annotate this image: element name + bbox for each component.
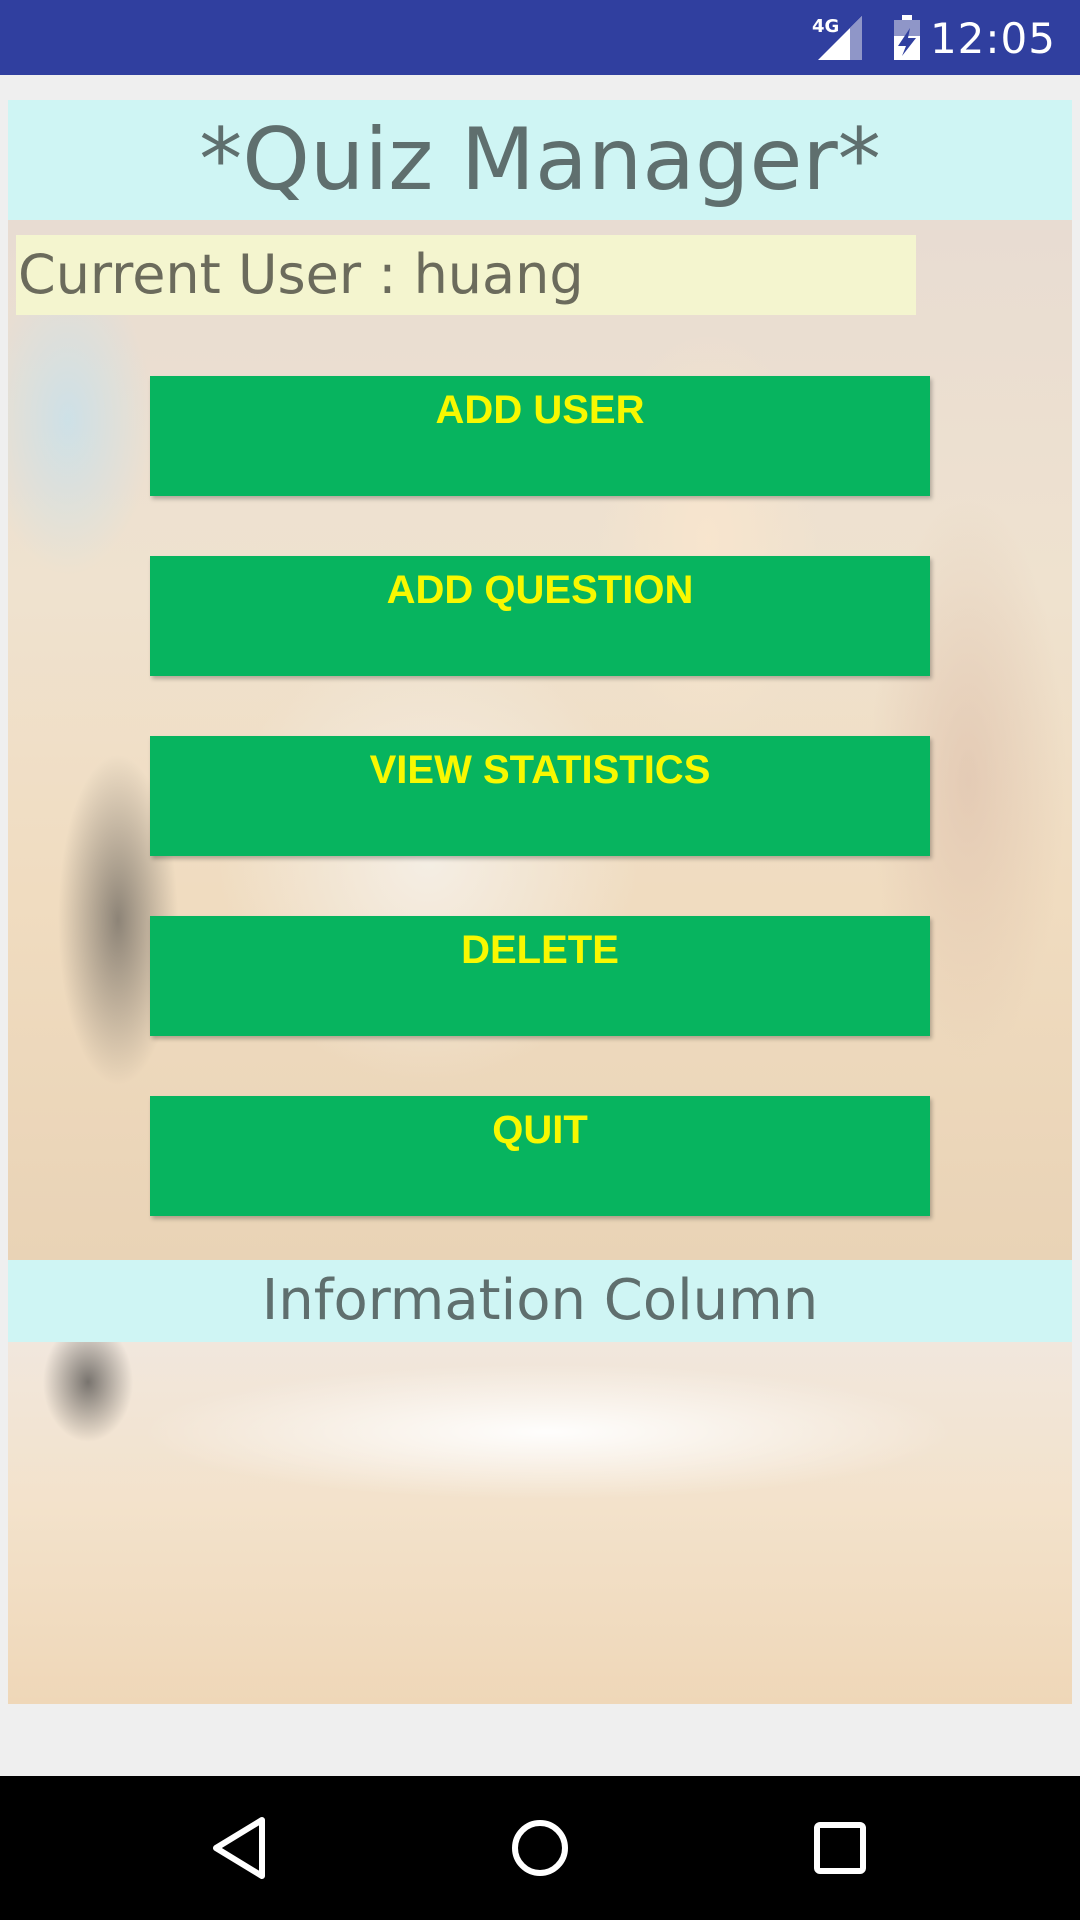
back-icon[interactable] xyxy=(200,1808,280,1888)
current-user-label: Current User : huang xyxy=(16,235,916,315)
title-bar: *Quiz Manager* xyxy=(8,100,1072,220)
information-column-title: Information Column xyxy=(8,1260,1072,1342)
information-column-area xyxy=(8,1342,1072,1704)
add-user-button[interactable]: ADD USER xyxy=(150,376,930,496)
signal-icon: 4G xyxy=(812,16,862,60)
delete-button[interactable]: DELETE xyxy=(150,916,930,1036)
status-time: 12:05 xyxy=(929,14,1056,63)
network-type-label: 4G xyxy=(812,16,839,37)
view-statistics-button[interactable]: VIEW STATISTICS xyxy=(150,736,930,856)
battery-icon xyxy=(894,15,920,60)
recents-icon[interactable] xyxy=(800,1808,880,1888)
add-question-button[interactable]: ADD QUESTION xyxy=(150,556,930,676)
quit-button[interactable]: QUIT xyxy=(150,1096,930,1216)
app-content: *Quiz Manager* Current User : huang ADD … xyxy=(8,100,1072,1704)
app-title: *Quiz Manager* xyxy=(199,110,881,210)
navigation-bar xyxy=(0,1776,1080,1920)
status-icons: 4G xyxy=(812,15,920,60)
home-icon[interactable] xyxy=(500,1808,580,1888)
status-bar: 4G 12:05 xyxy=(0,0,1080,75)
